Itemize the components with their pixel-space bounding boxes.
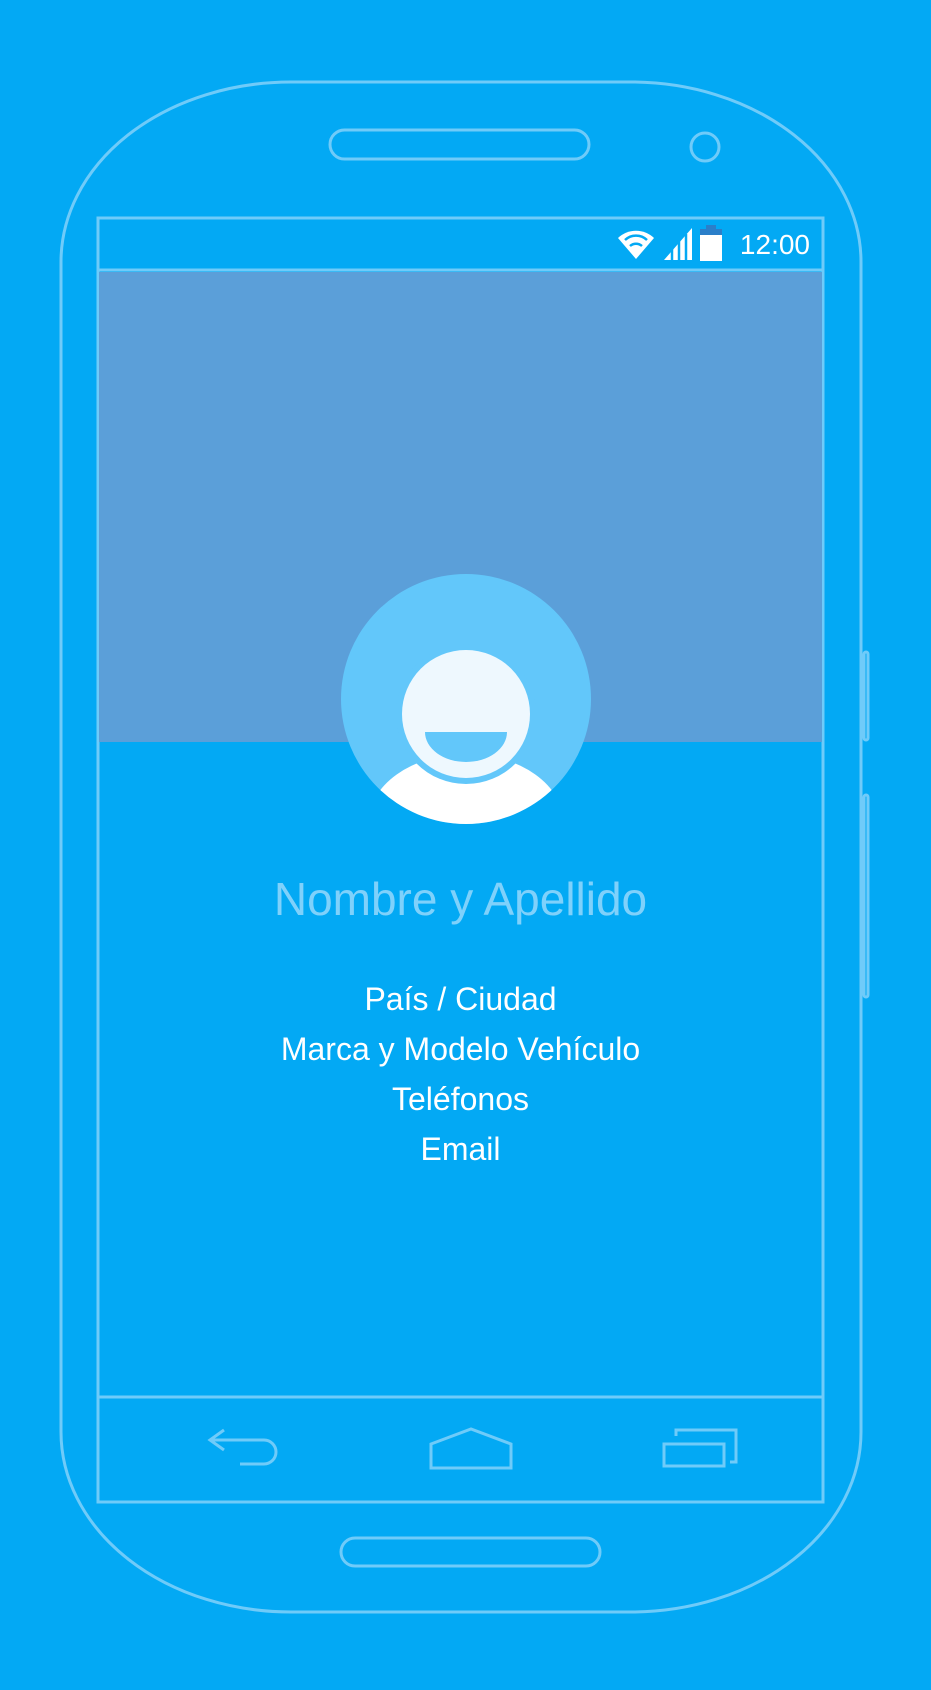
signal-icon	[662, 226, 694, 265]
device-screen: 12:00 Nombre y Apellido País / Ciudad Ma…	[99, 219, 822, 1502]
navigation-bar	[99, 1399, 822, 1501]
home-button	[339, 1536, 602, 1568]
profile-name: Nombre y Apellido	[273, 873, 648, 925]
info-email: Email	[420, 1131, 501, 1167]
wifi-icon	[616, 226, 656, 265]
info-phones: Teléfonos	[392, 1081, 529, 1117]
recent-apps-button[interactable]	[650, 1419, 750, 1479]
recent-apps-icon	[662, 1428, 738, 1468]
status-bar: 12:00	[99, 219, 822, 269]
user-avatar-icon	[368, 644, 564, 824]
info-location: País / Ciudad	[364, 981, 557, 1017]
side-button-top	[862, 650, 870, 742]
home-icon	[429, 1427, 513, 1470]
back-button[interactable]	[194, 1419, 294, 1479]
info-vehicle: Marca y Modelo Vehículo	[280, 1031, 641, 1067]
profile-info-list: País / Ciudad Marca y Modelo Vehículo Te…	[99, 974, 822, 1174]
front-camera	[689, 131, 721, 163]
status-time: 12:00	[739, 229, 810, 260]
earpiece	[328, 128, 591, 161]
side-button-bottom	[862, 793, 870, 999]
battery-icon	[699, 224, 722, 266]
home-nav-button[interactable]	[421, 1419, 521, 1479]
stage: 12:00 Nombre y Apellido País / Ciudad Ma…	[0, 0, 931, 1690]
profile-avatar[interactable]	[341, 574, 591, 824]
status-icons: 12:00	[616, 224, 810, 266]
back-icon	[207, 1428, 278, 1466]
